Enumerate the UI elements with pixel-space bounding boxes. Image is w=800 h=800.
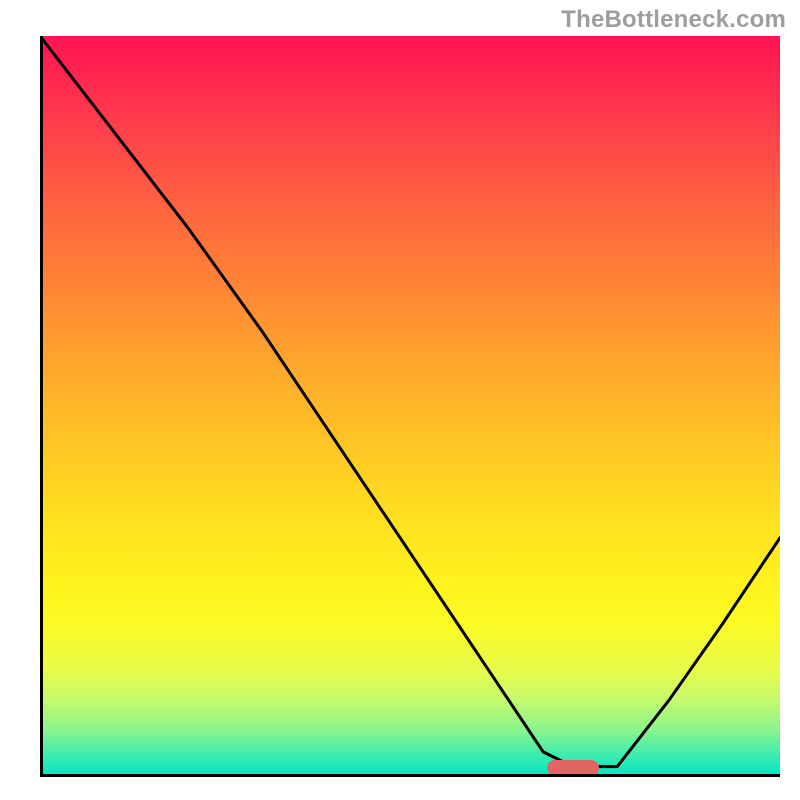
chart-container: TheBottleneck.com bbox=[0, 0, 800, 800]
plot-area bbox=[40, 36, 780, 774]
y-axis bbox=[40, 36, 43, 774]
sweet-spot-marker bbox=[547, 760, 599, 774]
bottleneck-curve bbox=[40, 36, 780, 774]
watermark-text: TheBottleneck.com bbox=[561, 6, 786, 34]
x-axis bbox=[40, 774, 780, 777]
